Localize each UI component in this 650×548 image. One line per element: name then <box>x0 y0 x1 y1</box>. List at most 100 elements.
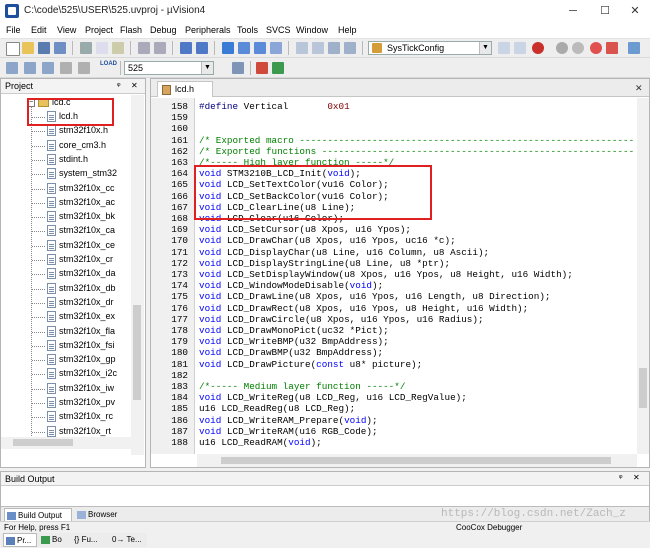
code-line[interactable]: void LCD_DrawPicture(const u8* picture); <box>199 359 422 370</box>
code-line[interactable]: void LCD_SetCursor(u8 Xpos, u16 Ypos); <box>199 224 411 235</box>
code-line[interactable]: u16 LCD_ReadRAM(void); <box>199 437 322 448</box>
tree-file-item[interactable]: stm32f10x.h <box>1 124 141 138</box>
menu-peripherals[interactable]: Peripherals <box>185 25 231 35</box>
tab-templates[interactable]: 0→ Te... <box>109 533 147 547</box>
code-line[interactable]: /* Exported functions ------------------… <box>199 146 634 157</box>
tree-file-item[interactable]: core_cm3.h <box>1 139 141 153</box>
code-line[interactable]: void LCD_DrawLine(u8 Xpos, u16 Ypos, u16… <box>199 291 551 302</box>
undo-icon[interactable] <box>138 42 150 54</box>
close-icon[interactable]: ✕ <box>635 83 643 94</box>
code-line[interactable]: void LCD_DrawRect(u8 Xpos, u16 Ypos, u8 … <box>199 303 528 314</box>
clear-bookmarks-icon[interactable] <box>270 42 282 54</box>
tree-file-item[interactable]: stm32f10x_iw <box>1 382 141 396</box>
menu-edit[interactable]: Edit <box>31 25 47 35</box>
indent-icon[interactable] <box>296 42 308 54</box>
breakpoint-enable-icon[interactable] <box>572 42 584 54</box>
comment-icon[interactable] <box>328 42 340 54</box>
download-load-button[interactable]: LOAD <box>100 61 117 67</box>
close-icon[interactable]: ✕ <box>131 81 138 90</box>
menu-file[interactable]: File <box>6 25 21 35</box>
tab-browser[interactable]: Browser <box>75 508 125 522</box>
tree-file-item[interactable]: stm32f10x_i2c <box>1 367 141 381</box>
code-line[interactable]: void LCD_SetDisplayWindow(u8 Xpos, u16 Y… <box>199 269 573 280</box>
code-line[interactable]: void LCD_DrawBMP(u32 BmpAddress); <box>199 347 383 358</box>
close-button[interactable]: ✕ <box>622 2 648 20</box>
menu-project[interactable]: Project <box>85 25 113 35</box>
editor-horizontal-scrollbar[interactable] <box>197 454 637 467</box>
unindent-icon[interactable] <box>312 42 324 54</box>
debug-session-icon[interactable] <box>532 42 544 54</box>
code-line[interactable]: void LCD_WindowModeDisable(void); <box>199 280 383 291</box>
code-area[interactable]: #define Vertical 0x01 /* Exported macro -… <box>197 98 637 454</box>
tree-file-item[interactable]: stm32f10x_pv <box>1 396 141 410</box>
find-icon[interactable] <box>498 42 510 54</box>
menu-debug[interactable]: Debug <box>150 25 177 35</box>
kill-breakpoints-icon[interactable] <box>590 42 602 54</box>
tree-file-item[interactable]: stm32f10x_cr <box>1 253 141 267</box>
tree-file-item[interactable]: stm32f10x_fsi <box>1 339 141 353</box>
menu-help[interactable]: Help <box>338 25 357 35</box>
code-line[interactable]: u16 LCD_ReadReg(u8 LCD_Reg); <box>199 403 355 414</box>
tree-file-item[interactable]: stm32f10x_ac <box>1 196 141 210</box>
manage-components-icon[interactable] <box>256 62 268 74</box>
prev-bookmark-icon[interactable] <box>238 42 250 54</box>
next-bookmark-icon[interactable] <box>254 42 266 54</box>
minimize-button[interactable]: ─ <box>560 2 586 20</box>
bookmark-icon[interactable] <box>222 42 234 54</box>
tab-lcd-h[interactable]: lcd.h <box>157 81 213 97</box>
build-icon[interactable] <box>24 62 36 74</box>
translate-icon[interactable] <box>6 62 18 74</box>
code-line[interactable]: void LCD_WriteRAM_Prepare(void); <box>199 415 378 426</box>
manage-books-icon[interactable] <box>272 62 284 74</box>
rebuild-icon[interactable] <box>42 62 54 74</box>
tree-file-item[interactable]: stm32f10x_db <box>1 282 141 296</box>
menu-svcs[interactable]: SVCS <box>266 25 291 35</box>
tab-project[interactable]: Pr... <box>3 533 37 547</box>
chevron-down-icon[interactable]: ▼ <box>201 62 213 74</box>
breakpoint-icon[interactable] <box>556 42 568 54</box>
tree-file-item[interactable]: stm32f10x_da <box>1 267 141 281</box>
tree-file-item[interactable]: stm32f10x_ce <box>1 239 141 253</box>
configure-icon[interactable] <box>606 42 618 54</box>
paste-icon[interactable] <box>112 42 124 54</box>
close-icon[interactable]: ✕ <box>633 473 640 482</box>
code-line[interactable]: void LCD_DisplayChar(u8 Line, u16 Column… <box>199 247 489 258</box>
editor-vertical-scrollbar[interactable] <box>637 98 649 454</box>
tree-file-item[interactable]: stm32f10x_gp <box>1 353 141 367</box>
tree-file-item[interactable]: stm32f10x_ex <box>1 310 141 324</box>
code-line[interactable]: void LCD_DrawMonoPict(uc32 *Pict); <box>199 325 389 336</box>
find-function-combo[interactable]: SysTickConfig ▼ <box>368 41 492 55</box>
tab-functions[interactable]: {} Fu... <box>71 533 107 547</box>
code-line[interactable]: void LCD_DrawCircle(u8 Xpos, u16 Ypos, u… <box>199 314 484 325</box>
navigate-back-icon[interactable] <box>180 42 192 54</box>
code-line[interactable]: void LCD_WriteReg(u8 LCD_Reg, u16 LCD_Re… <box>199 392 467 403</box>
menu-view[interactable]: View <box>57 25 76 35</box>
tree-file-item[interactable]: stm32f10x_cc <box>1 182 141 196</box>
save-icon[interactable] <box>38 42 50 54</box>
tree-file-item[interactable]: stm32f10x_dr <box>1 296 141 310</box>
tab-build-output[interactable]: Build Output <box>4 508 72 522</box>
target-select[interactable]: 525 ▼ <box>124 61 214 75</box>
tree-file-item[interactable]: stdint.h <box>1 153 141 167</box>
batch-build-icon[interactable] <box>60 62 72 74</box>
code-line[interactable]: void LCD_DrawChar(u8 Xpos, u16 Ypos, uc1… <box>199 235 456 246</box>
tab-books[interactable]: Bo <box>39 533 69 547</box>
open-folder-icon[interactable] <box>22 42 34 54</box>
window-layout-icon[interactable] <box>628 42 640 54</box>
tree-file-item[interactable]: stm32f10x_ca <box>1 224 141 238</box>
tree-file-item[interactable]: system_stm32 <box>1 167 141 181</box>
navigate-forward-icon[interactable] <box>196 42 208 54</box>
redo-icon[interactable] <box>154 42 166 54</box>
pin-icon[interactable]: ᵠ <box>117 81 121 90</box>
menu-flash[interactable]: Flash <box>120 25 142 35</box>
project-horizontal-scrollbar[interactable] <box>1 437 131 449</box>
code-line[interactable]: #define Vertical 0x01 <box>199 101 350 112</box>
tree-file-item[interactable]: stm32f10x_bk <box>1 210 141 224</box>
maximize-button[interactable]: ☐ <box>592 2 618 20</box>
stop-build-icon[interactable] <box>78 62 90 74</box>
project-vertical-scrollbar[interactable] <box>131 95 144 455</box>
find-in-files-icon[interactable] <box>514 42 526 54</box>
chevron-down-icon[interactable]: ▼ <box>479 42 491 54</box>
tree-file-item[interactable]: stm32f10x_fla <box>1 325 141 339</box>
new-file-icon[interactable] <box>6 42 20 56</box>
